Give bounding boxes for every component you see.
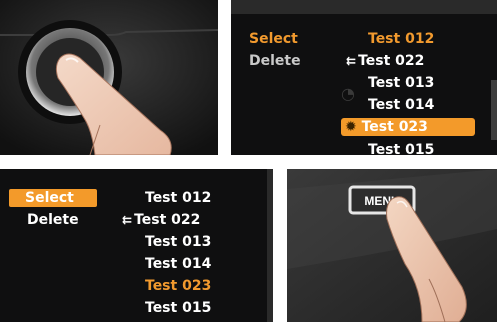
list-item[interactable]: Test 013: [368, 74, 434, 92]
delete-action[interactable]: Delete: [249, 52, 301, 70]
usb-icon: ⇇: [122, 213, 133, 227]
knob-photo-panel: [0, 0, 218, 155]
list-item-label: Test 022: [358, 53, 425, 69]
list-item[interactable]: Test 014: [368, 96, 434, 114]
usb-icon: ⇇: [346, 54, 357, 68]
sun-icon: ✹: [345, 119, 357, 135]
menu-photo-panel: MENU: [287, 169, 497, 322]
list-item[interactable]: Test 014: [145, 255, 211, 273]
dial-icon: ◔: [341, 84, 355, 103]
select-action[interactable]: Select: [249, 30, 298, 48]
list-item[interactable]: ⇇ Test 022: [346, 52, 424, 70]
select-label: Select: [25, 190, 74, 206]
list-item[interactable]: Test 015: [145, 299, 211, 317]
menu-press-illustration: MENU: [287, 169, 497, 322]
list-item-label: Test 023: [361, 119, 428, 135]
list-panel-top: Select Delete Test 012 ⇇ Test 022 Test 01…: [231, 0, 497, 155]
list-item[interactable]: ⇇ Test 022: [122, 211, 200, 229]
list-item-label: Test 022: [134, 212, 201, 228]
list-item-selected[interactable]: ✹ Test 023: [341, 118, 475, 136]
list-panel-bottom: Select Delete Test 012 ⇇ Test 022 Test 01…: [0, 169, 273, 322]
header-strip: [231, 0, 497, 14]
delete-action[interactable]: Delete: [27, 211, 79, 229]
list-item[interactable]: Test 023: [145, 277, 211, 295]
scrollbar[interactable]: [267, 169, 273, 322]
list-item[interactable]: Test 013: [145, 233, 211, 251]
scrollbar[interactable]: [491, 80, 497, 140]
list-item[interactable]: Test 012: [145, 189, 211, 207]
list-item[interactable]: Test 012: [368, 30, 434, 48]
select-action[interactable]: Select: [9, 189, 97, 207]
knob-press-illustration: [0, 0, 218, 155]
list-item[interactable]: Test 015: [368, 141, 434, 155]
